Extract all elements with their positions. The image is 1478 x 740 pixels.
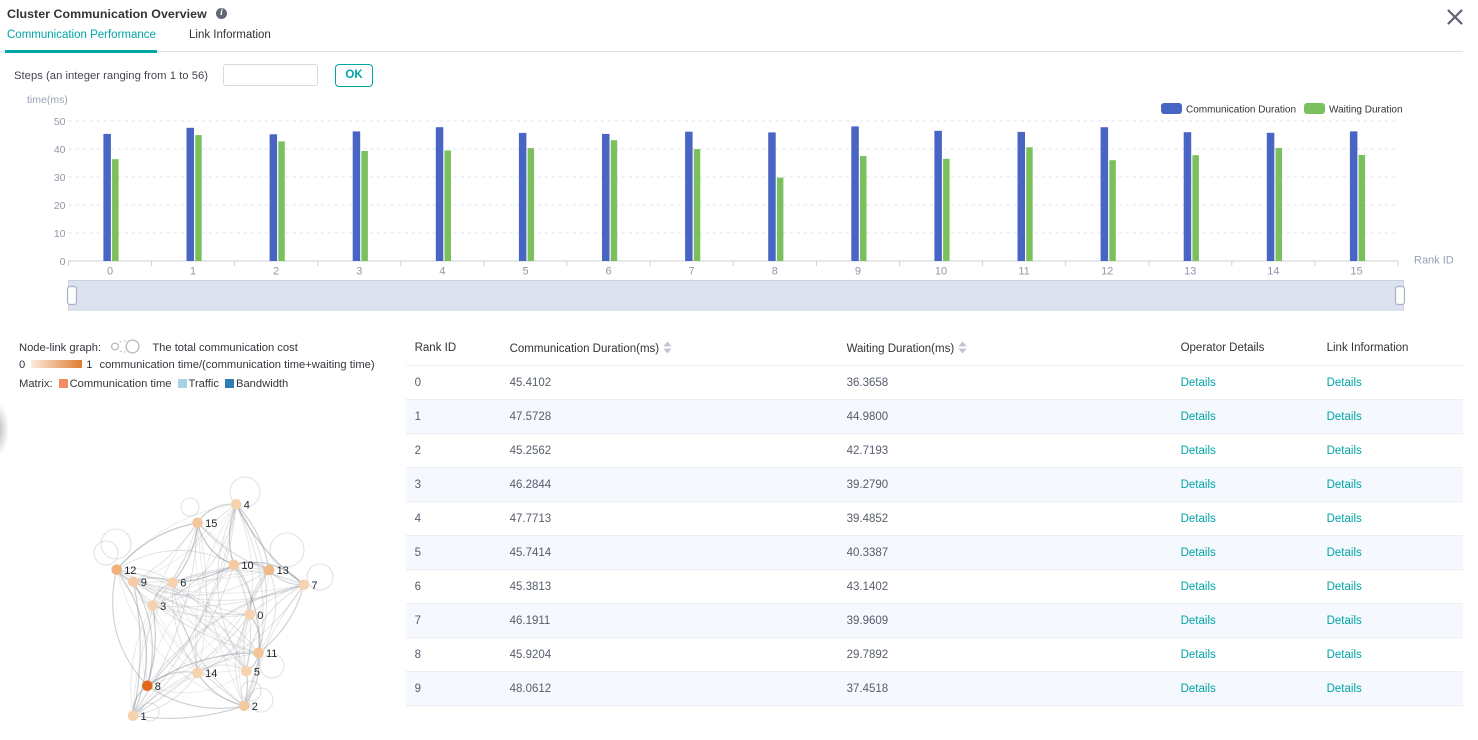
svg-text:3: 3 [356,266,362,278]
svg-text:9: 9 [855,266,861,278]
svg-text:8: 8 [155,681,161,693]
svg-text:7: 7 [311,580,317,592]
svg-text:0: 0 [257,610,263,622]
svg-text:Communication Duration: Communication Duration [1186,105,1296,116]
svg-text:10: 10 [54,228,66,240]
svg-text:13: 13 [277,565,289,577]
svg-text:14: 14 [205,668,217,680]
svg-text:2: 2 [273,266,279,278]
svg-text:2: 2 [252,701,258,713]
svg-text:12: 12 [124,565,136,577]
svg-text:14: 14 [1267,266,1279,278]
svg-text:50: 50 [54,116,66,128]
svg-text:11: 11 [1018,266,1029,278]
svg-text:6: 6 [180,578,186,590]
svg-text:13: 13 [1184,266,1196,278]
svg-text:4: 4 [439,266,445,278]
svg-text:15: 15 [1350,266,1362,278]
svg-text:4: 4 [244,499,250,511]
svg-text:9: 9 [141,577,147,589]
svg-text:10: 10 [935,266,947,278]
svg-text:12: 12 [1101,266,1113,278]
svg-text:0: 0 [60,256,66,268]
svg-text:3: 3 [160,601,166,613]
svg-text:40: 40 [54,144,66,156]
svg-text:15: 15 [205,518,217,530]
svg-text:7: 7 [689,266,695,278]
svg-text:1: 1 [190,266,196,278]
svg-text:10: 10 [241,560,253,572]
svg-text:5: 5 [522,266,528,278]
svg-text:30: 30 [54,172,66,184]
svg-text:time(ms): time(ms) [27,94,68,106]
svg-text:8: 8 [772,266,778,278]
svg-text:5: 5 [254,666,260,678]
svg-text:Waiting Duration: Waiting Duration [1329,105,1403,116]
svg-text:11: 11 [266,648,277,660]
svg-text:1: 1 [141,711,147,723]
svg-text:0: 0 [107,266,113,278]
svg-text:6: 6 [606,266,612,278]
svg-text:20: 20 [54,200,66,212]
svg-text:Rank ID: Rank ID [1414,255,1454,267]
